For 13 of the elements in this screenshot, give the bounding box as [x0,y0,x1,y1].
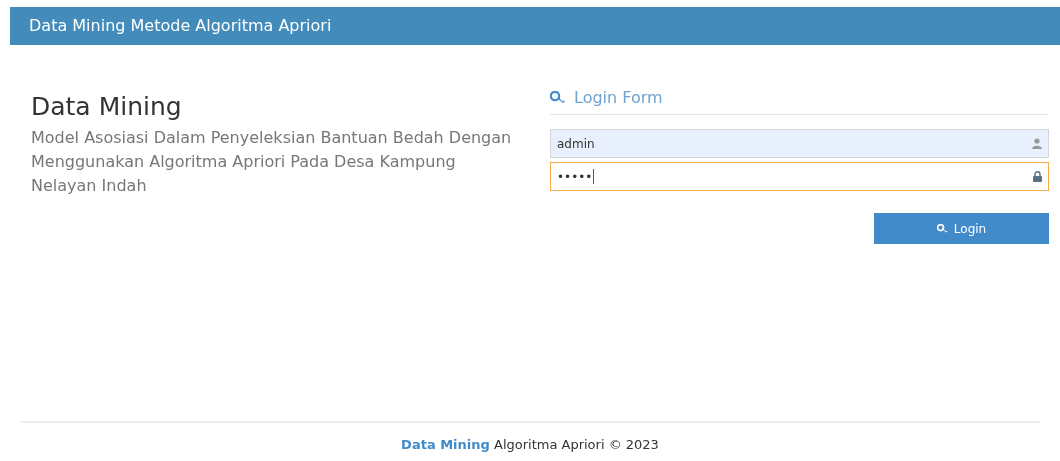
login-button[interactable]: Login [874,213,1049,244]
lock-icon [1033,171,1042,182]
key-icon [550,91,567,105]
home-link[interactable]: Data Mining [401,437,490,452]
username-field[interactable]: admin [550,129,1049,158]
form-title: Login Form [574,87,663,109]
app-title: Data Mining Metode Algoritma Apriori [29,15,332,37]
description-text: Model Asosiasi Dalam Penyeleksian Bantuan Bedah Dengan Menggunakan Algoritma Apriori Pada Desa Kampung Nelayan Indah [31,127,513,197]
user-icon [1032,138,1042,149]
password-field[interactable]: ••••• [550,162,1049,191]
page-heading: Data Mining [31,91,183,123]
footer-text: Data Mining Algoritma Apriori © 2023 [401,437,659,452]
key-icon [936,223,949,234]
